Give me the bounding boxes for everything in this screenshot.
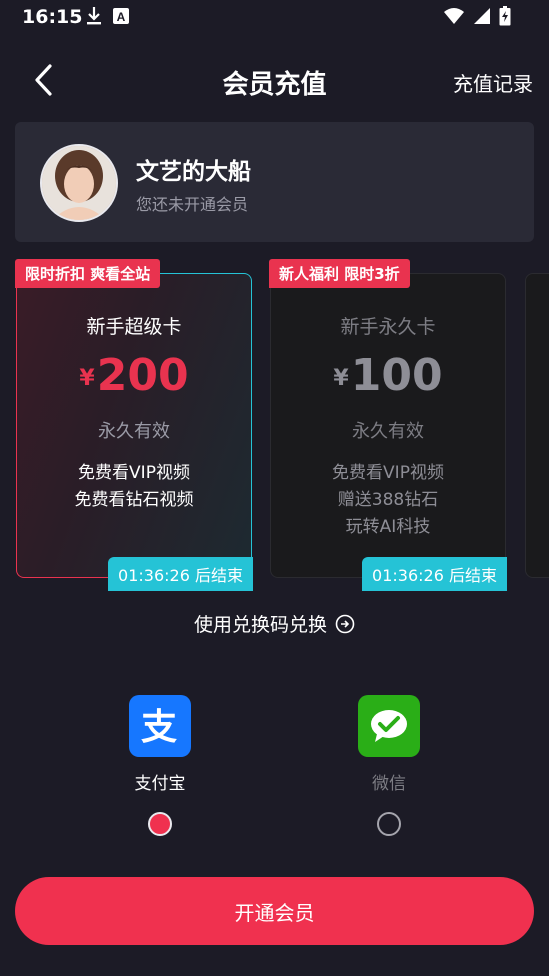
payment-label: 微信 bbox=[372, 774, 406, 794]
price-value: 200 bbox=[96, 350, 189, 401]
payment-option-alipay[interactable]: 支 支付宝 bbox=[100, 695, 220, 836]
plan-price: ¥200 bbox=[17, 350, 251, 401]
plan-feature: 免费看VIP视频 bbox=[78, 463, 190, 483]
avatar-image bbox=[42, 146, 116, 220]
plan-features: 免费看VIP视频 赠送388钻石 玩转AI科技 bbox=[271, 460, 505, 541]
alipay-icon: 支 bbox=[129, 695, 191, 757]
svg-text:A: A bbox=[117, 10, 126, 24]
currency-symbol: ¥ bbox=[79, 365, 95, 391]
plan-price: ¥100 bbox=[271, 350, 505, 401]
price-value: 100 bbox=[350, 350, 443, 401]
plan-badge: 限时折扣 爽看全站 bbox=[15, 259, 161, 288]
activate-membership-button[interactable]: 开通会员 bbox=[15, 877, 534, 945]
profile-card: 文艺的大船 您还未开通会员 bbox=[15, 122, 534, 242]
radio-selected[interactable] bbox=[148, 812, 172, 836]
button-label: 开通会员 bbox=[234, 900, 315, 925]
plan-card-super[interactable]: 限时折扣 爽看全站 新手超级卡 ¥200 永久有效 免费看VIP视频 免费看钻石… bbox=[15, 259, 253, 591]
status-left-icons: A bbox=[86, 6, 130, 26]
download-icon bbox=[87, 7, 101, 25]
wifi-icon bbox=[444, 8, 464, 24]
redeem-code-link[interactable]: 使用兑换码兑换 bbox=[0, 610, 549, 637]
plan-feature: 玩转AI科技 bbox=[345, 517, 431, 537]
payment-option-wechat[interactable]: 微信 bbox=[329, 695, 449, 836]
status-time: 16:15 bbox=[22, 6, 83, 28]
currency-symbol: ¥ bbox=[333, 365, 349, 391]
battery-icon bbox=[499, 6, 511, 26]
plan-card-partial[interactable] bbox=[525, 273, 549, 578]
payment-label: 支付宝 bbox=[134, 774, 186, 794]
plan-feature: 赠送388钻石 bbox=[337, 490, 439, 510]
avatar[interactable] bbox=[40, 144, 118, 222]
redeem-label: 使用兑换码兑换 bbox=[193, 614, 327, 636]
plan-name: 新手超级卡 bbox=[86, 316, 182, 338]
signal-icon bbox=[474, 8, 490, 24]
plan-feature: 免费看钻石视频 bbox=[74, 490, 194, 510]
a-icon: A bbox=[113, 8, 129, 24]
plan-card-permanent[interactable]: 新人福利 限时3折 新手永久卡 ¥100 永久有效 免费看VIP视频 赠送388… bbox=[269, 259, 507, 591]
membership-status: 您还未开通会员 bbox=[136, 195, 249, 214]
plan-feature: 免费看VIP视频 bbox=[332, 463, 444, 483]
status-right-icons bbox=[443, 6, 511, 26]
svg-text:支: 支 bbox=[141, 707, 177, 748]
plan-validity: 永久有效 bbox=[98, 421, 170, 442]
plan-features: 免费看VIP视频 免费看钻石视频 bbox=[17, 460, 251, 514]
countdown-timer: 01:36:26 后结束 bbox=[362, 557, 507, 591]
radio-unselected[interactable] bbox=[377, 812, 401, 836]
user-name: 文艺的大船 bbox=[136, 159, 251, 185]
countdown-timer: 01:36:26 后结束 bbox=[108, 557, 253, 591]
plan-name: 新手永久卡 bbox=[340, 316, 436, 338]
plan-badge: 新人福利 限时3折 bbox=[269, 259, 410, 288]
recharge-records-link[interactable]: 充值记录 bbox=[453, 68, 533, 97]
wechat-icon bbox=[358, 695, 420, 757]
arrow-circle-icon bbox=[335, 614, 355, 633]
plan-validity: 永久有效 bbox=[352, 421, 424, 442]
